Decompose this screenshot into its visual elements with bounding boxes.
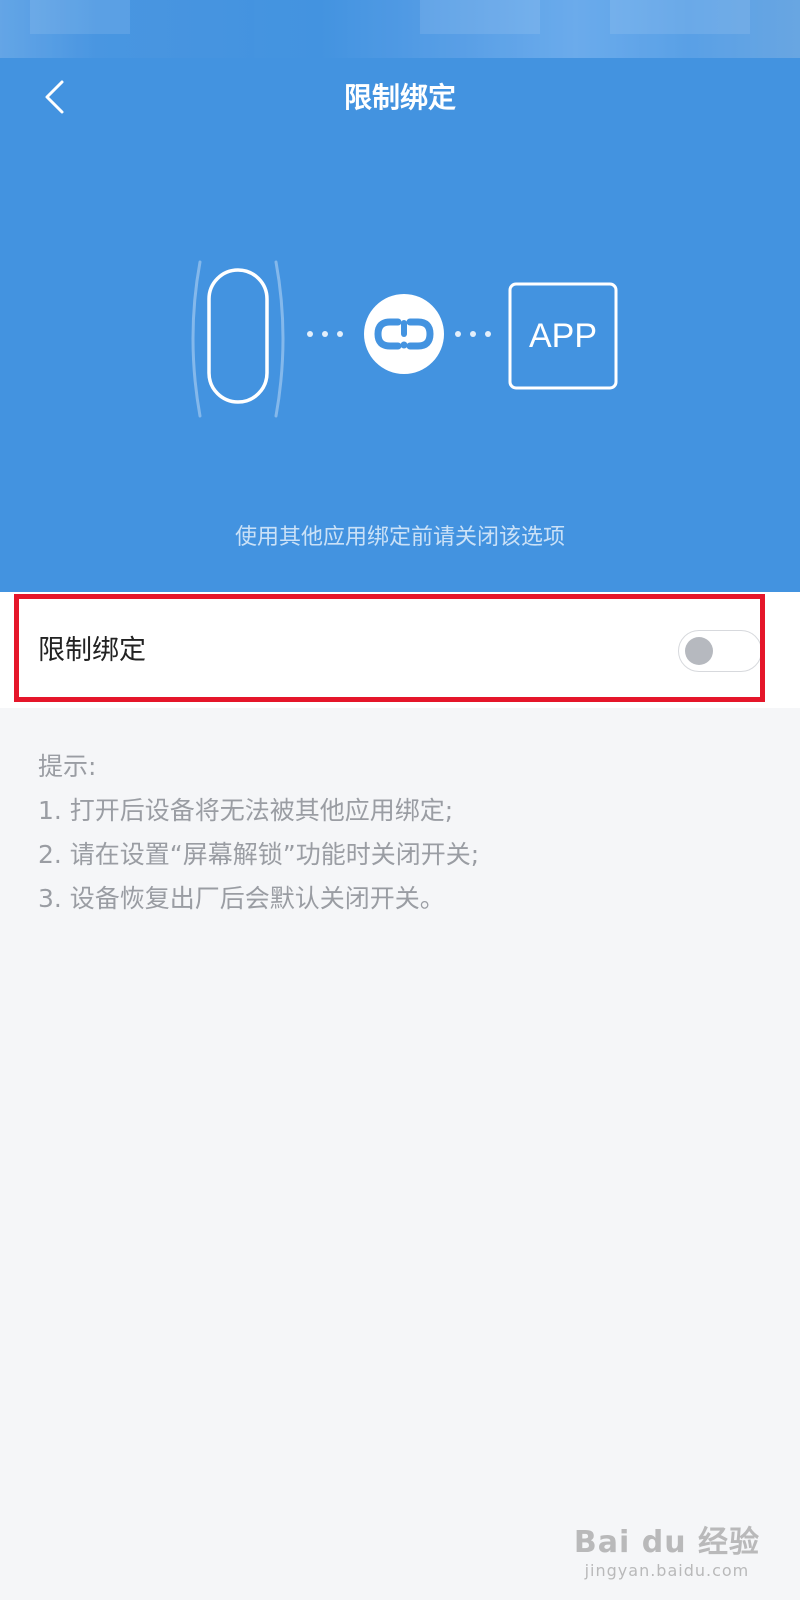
status-bar	[0, 0, 800, 58]
broken-link-icon	[364, 294, 444, 374]
dots-right	[455, 331, 491, 337]
watermark-main: Bai du 经验	[573, 1525, 760, 1560]
tips-section: 提示: 1. 打开后设备将无法被其他应用绑定; 2. 请在设置“屏幕解锁”功能时…	[38, 745, 479, 921]
tips-title: 提示:	[38, 752, 97, 781]
page-title: 限制绑定	[343, 81, 456, 114]
binding-illustration: APP	[0, 250, 800, 430]
restrict-binding-toggle[interactable]	[678, 630, 762, 672]
tip-item: 2. 请在设置“屏幕解锁”功能时关闭开关;	[38, 840, 480, 869]
band-icon	[191, 260, 285, 418]
hero-header: 限制绑定 APP 使用其他应用绑定前请关闭该选项	[0, 0, 800, 592]
tip-item: 3. 设备恢复出厂后会默认关闭开关。	[38, 884, 445, 913]
dots-left	[307, 331, 343, 337]
app-label: APP	[528, 316, 598, 355]
tip-item: 1. 打开后设备将无法被其他应用绑定;	[38, 796, 454, 825]
setting-label: 限制绑定	[38, 635, 146, 666]
toggle-knob	[685, 637, 713, 665]
watermark-sub: jingyan.baidu.com	[584, 1561, 750, 1580]
watermark: Bai du 经验 jingyan.baidu.com	[574, 1517, 760, 1580]
hero-caption: 使用其他应用绑定前请关闭该选项	[234, 525, 565, 550]
